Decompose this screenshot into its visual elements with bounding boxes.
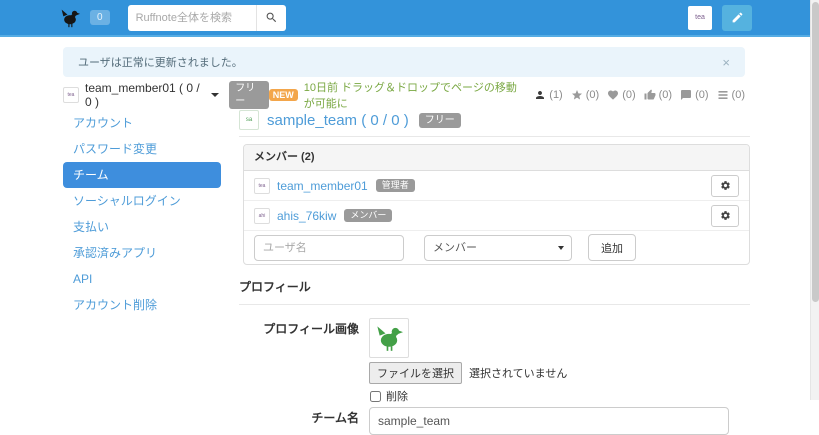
profile-image-controls: ファイルを選択 選択されていません 削除 (369, 318, 750, 404)
magnifier-icon (265, 11, 278, 24)
page: 0 tea ユーザは正常に更新されました。 × tea team_member0… (0, 0, 819, 435)
new-badge: NEW (268, 89, 298, 101)
current-user-avatar[interactable]: tea (688, 5, 712, 30)
member-name-link[interactable]: team_member01 (277, 179, 368, 193)
username-input[interactable] (254, 234, 404, 261)
star-icon (571, 89, 586, 101)
thumbs-up-icon (644, 89, 659, 101)
scrollbar-thumb[interactable] (812, 2, 819, 302)
role-select[interactable]: メンバー (424, 234, 572, 261)
member-role-badge: メンバー (344, 208, 393, 223)
caret-down-icon[interactable] (211, 93, 220, 97)
profile-image-group: プロフィール画像 ファイルを選択 選択されていません 削除 (237, 318, 750, 404)
profile-section-title: プロフィール (239, 278, 750, 305)
alert-message: ユーザは正常に更新されました。 (78, 57, 243, 69)
new-note-button[interactable] (722, 4, 752, 31)
user-avatar: tea (63, 87, 79, 103)
user-bar-right: NEW 10日前 ドラッグ＆ドロップでページの移動が可能に (1) (0) (0… (268, 79, 745, 111)
sidebar-item-team[interactable]: チーム (63, 162, 221, 188)
team-plan-badge: フリー (418, 112, 461, 128)
profile-image-preview (369, 318, 409, 358)
navbar-right-group: tea (688, 4, 752, 31)
user-icon (534, 89, 549, 101)
member-role-badge: 管理者 (375, 178, 415, 193)
team-name-input[interactable] (369, 407, 729, 435)
team-name-label: チーム名 (311, 411, 359, 425)
page-scrollbar[interactable] (810, 0, 819, 400)
add-member-row: メンバー 追加 (244, 231, 749, 264)
member-row: ahi ahis_76kiw メンバー (244, 201, 749, 231)
member-settings-button[interactable] (711, 204, 739, 227)
team-avatar: sa (239, 110, 259, 130)
main-content: sa sample_team ( 0 / 0 ) フリー メンバー (2) te… (237, 110, 750, 435)
delete-image-row: 削除 (369, 388, 750, 404)
stars-count: (0) (585, 89, 600, 101)
sidebar-item-account[interactable]: アカウント (63, 110, 221, 136)
hearts-count: (0) (622, 89, 636, 101)
pencil-icon (731, 11, 744, 24)
member-avatar: tea (254, 177, 270, 194)
sidebar-item-password[interactable]: パスワード変更 (63, 136, 221, 162)
notification-count-badge[interactable]: 0 (90, 10, 110, 25)
members-count: (1) (549, 89, 563, 101)
sidebar-item-social-login[interactable]: ソーシャルログイン (63, 188, 221, 214)
plan-badge: フリー (229, 81, 269, 109)
comments-stat[interactable]: (0) (680, 89, 709, 101)
username-dropdown[interactable]: team_member01 ( 0 / 0 ) (85, 81, 206, 109)
news-link[interactable]: 10日前 ドラッグ＆ドロップでページの移動が可能に (304, 79, 519, 111)
user-bar: tea team_member01 ( 0 / 0 ) フリー NEW 10日前… (63, 81, 745, 110)
delete-image-label: 削除 (386, 391, 408, 403)
member-row: tea team_member01 管理者 (244, 171, 749, 201)
alert-close-icon[interactable]: × (722, 55, 730, 70)
settings-sidebar: アカウント パスワード変更 チーム ソーシャルログイン 支払い 承認済みアプリ … (63, 110, 221, 318)
duck-image (375, 324, 403, 352)
file-status-text: 選択されていません (469, 368, 568, 380)
comment-icon (680, 89, 695, 101)
sidebar-item-payment[interactable]: 支払い (63, 214, 221, 240)
team-title-link[interactable]: sample_team ( 0 / 0 ) (267, 112, 409, 129)
stars-stat[interactable]: (0) (571, 89, 599, 101)
add-member-button[interactable]: 追加 (588, 234, 636, 261)
likes-count: (0) (658, 89, 673, 101)
top-navbar: 0 tea (0, 0, 810, 37)
gear-icon (720, 180, 731, 191)
comments-count: (0) (695, 89, 709, 101)
profile-image-label: プロフィール画像 (263, 322, 359, 336)
member-name-link[interactable]: ahis_76kiw (277, 209, 336, 223)
hearts-stat[interactable]: (0) (607, 89, 636, 101)
heart-icon (607, 89, 622, 101)
feed-count: (0) (731, 89, 745, 101)
role-select-wrap: メンバー (424, 234, 572, 261)
member-avatar: ahi (254, 207, 270, 224)
team-name-controls (369, 407, 750, 435)
feed-stat[interactable]: (0) (717, 89, 745, 101)
choose-file-button[interactable]: ファイルを選択 (369, 362, 462, 384)
search-button[interactable] (255, 4, 286, 31)
sidebar-item-delete-account[interactable]: アカウント削除 (63, 292, 221, 318)
ruffnote-bird-logo-icon[interactable] (60, 8, 80, 28)
members-panel: メンバー (2) tea team_member01 管理者 ahi ahis_… (243, 144, 750, 265)
gear-icon (720, 210, 731, 221)
member-settings-button[interactable] (711, 174, 739, 197)
sidebar-item-approved-apps[interactable]: 承認済みアプリ (63, 240, 221, 266)
members-panel-title: メンバー (2) (244, 145, 749, 171)
file-input-row: ファイルを選択 選択されていません (369, 362, 750, 384)
likes-stat[interactable]: (0) (644, 89, 672, 101)
feed-icon (717, 89, 732, 101)
team-name-group: チーム名 (237, 407, 750, 435)
global-search-form (127, 4, 286, 31)
search-input[interactable] (127, 4, 256, 31)
members-stat[interactable]: (1) (534, 89, 563, 101)
team-header: sa sample_team ( 0 / 0 ) フリー (239, 110, 750, 137)
flash-alert: ユーザは正常に更新されました。 × (63, 47, 745, 77)
sidebar-item-api[interactable]: API (63, 266, 221, 292)
